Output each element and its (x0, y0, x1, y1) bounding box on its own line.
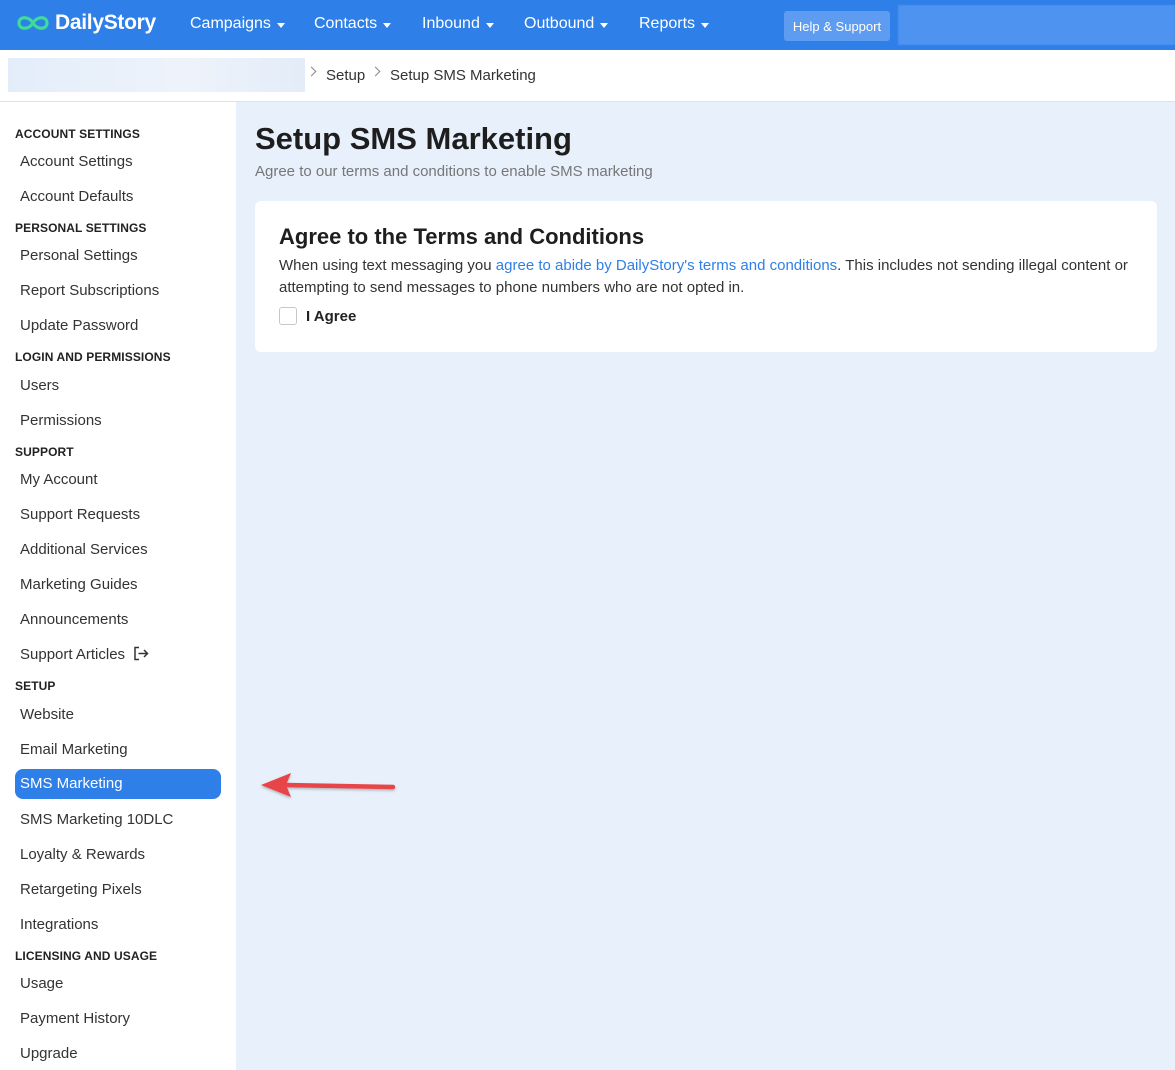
section-setup: SETUP (15, 679, 56, 693)
sidebar-item-account-defaults[interactable]: Account Defaults (20, 188, 133, 205)
top-navbar: DailyStory Campaigns Contacts Inbound Ou… (0, 0, 1175, 50)
breadcrumb: Setup Setup SMS Marketing (0, 50, 1175, 102)
page-subtitle: Agree to our terms and conditions to ena… (255, 163, 653, 180)
caret-down-icon (600, 22, 609, 28)
page-title: Setup SMS Marketing (255, 121, 572, 156)
sidebar-item-payment-history[interactable]: Payment History (20, 1010, 130, 1027)
card-title: Agree to the Terms and Conditions (279, 224, 645, 249)
nav-contacts[interactable]: Contacts (314, 15, 392, 33)
user-menu-redacted[interactable] (898, 5, 1175, 45)
sidebar-item-sms-marketing-10dlc[interactable]: SMS Marketing 10DLC (20, 811, 173, 828)
nav-label: Reports (639, 15, 696, 32)
terms-card: Agree to the Terms and Conditions When u… (255, 201, 1157, 352)
help-support-button[interactable]: Help & Support (784, 11, 890, 41)
sidebar-item-marketing-guides[interactable]: Marketing Guides (20, 576, 138, 593)
sidebar-item-upgrade[interactable]: Upgrade (20, 1045, 78, 1062)
sidebar-item-my-account[interactable]: My Account (20, 471, 98, 488)
breadcrumb-current: Setup SMS Marketing (390, 67, 536, 84)
nav-campaigns[interactable]: Campaigns (190, 15, 285, 33)
sidebar-item-retargeting-pixels[interactable]: Retargeting Pixels (20, 881, 142, 898)
main-content: Setup SMS Marketing Agree to our terms a… (236, 102, 1175, 1070)
sidebar-item-support-articles[interactable]: Support Articles (20, 646, 149, 663)
sidebar-item-sms-marketing[interactable]: SMS Marketing (15, 769, 221, 799)
nav-label: Campaigns (190, 15, 271, 32)
brand-logo[interactable]: DailyStory (15, 11, 156, 35)
sidebar-item-users[interactable]: Users (20, 377, 59, 394)
settings-sidebar: ACCOUNT SETTINGS Account Settings Accoun… (0, 102, 236, 1070)
nav-inbound[interactable]: Inbound (422, 15, 494, 33)
nav-outbound[interactable]: Outbound (524, 15, 609, 33)
sidebar-item-account-settings[interactable]: Account Settings (20, 153, 133, 170)
sidebar-item-label: Support Articles (20, 646, 126, 663)
sidebar-item-permissions[interactable]: Permissions (20, 412, 102, 429)
chevron-right-icon (306, 66, 317, 77)
agree-label[interactable]: I Agree (306, 308, 356, 325)
sidebar-item-additional-services[interactable]: Additional Services (20, 541, 148, 558)
brand-name: DailyStory (55, 11, 156, 34)
sidebar-item-announcements[interactable]: Announcements (20, 611, 128, 628)
infinity-icon (17, 16, 49, 30)
breadcrumb-root-redacted[interactable] (8, 58, 305, 92)
sidebar-item-loyalty-rewards[interactable]: Loyalty & Rewards (20, 846, 145, 863)
nav-reports[interactable]: Reports (639, 15, 710, 33)
nav-label: Inbound (422, 15, 480, 32)
caret-down-icon (485, 22, 494, 28)
sidebar-item-usage[interactable]: Usage (20, 975, 63, 992)
nav-label: Outbound (524, 15, 595, 32)
terms-description: When using text messaging you agree to a… (279, 255, 1139, 299)
sidebar-item-website[interactable]: Website (20, 706, 74, 723)
section-personal-settings: PERSONAL SETTINGS (15, 221, 147, 235)
chevron-right-icon (370, 66, 381, 77)
sidebar-item-integrations[interactable]: Integrations (20, 916, 98, 933)
agree-checkbox[interactable] (279, 307, 297, 325)
agree-checkbox-row[interactable]: I Agree (279, 307, 356, 325)
caret-down-icon (383, 22, 392, 28)
sidebar-item-personal-settings[interactable]: Personal Settings (20, 247, 138, 264)
section-account-settings: ACCOUNT SETTINGS (15, 127, 140, 141)
red-arrow-left-icon (261, 773, 396, 797)
breadcrumb-setup[interactable]: Setup (326, 67, 365, 84)
section-login-permissions: LOGIN AND PERMISSIONS (15, 350, 171, 364)
sidebar-item-update-password[interactable]: Update Password (20, 317, 138, 334)
caret-down-icon (276, 22, 285, 28)
nav-label: Contacts (314, 15, 378, 32)
terms-link[interactable]: agree to abide by DailyStory's terms and… (496, 257, 837, 274)
section-support: SUPPORT (15, 445, 74, 459)
terms-text-before: When using text messaging you (279, 257, 496, 274)
sidebar-item-email-marketing[interactable]: Email Marketing (20, 741, 128, 758)
section-licensing-usage: LICENSING AND USAGE (15, 949, 158, 963)
sidebar-item-report-subscriptions[interactable]: Report Subscriptions (20, 282, 159, 299)
caret-down-icon (701, 22, 710, 28)
external-link-icon (134, 646, 149, 661)
sidebar-item-support-requests[interactable]: Support Requests (20, 506, 140, 523)
